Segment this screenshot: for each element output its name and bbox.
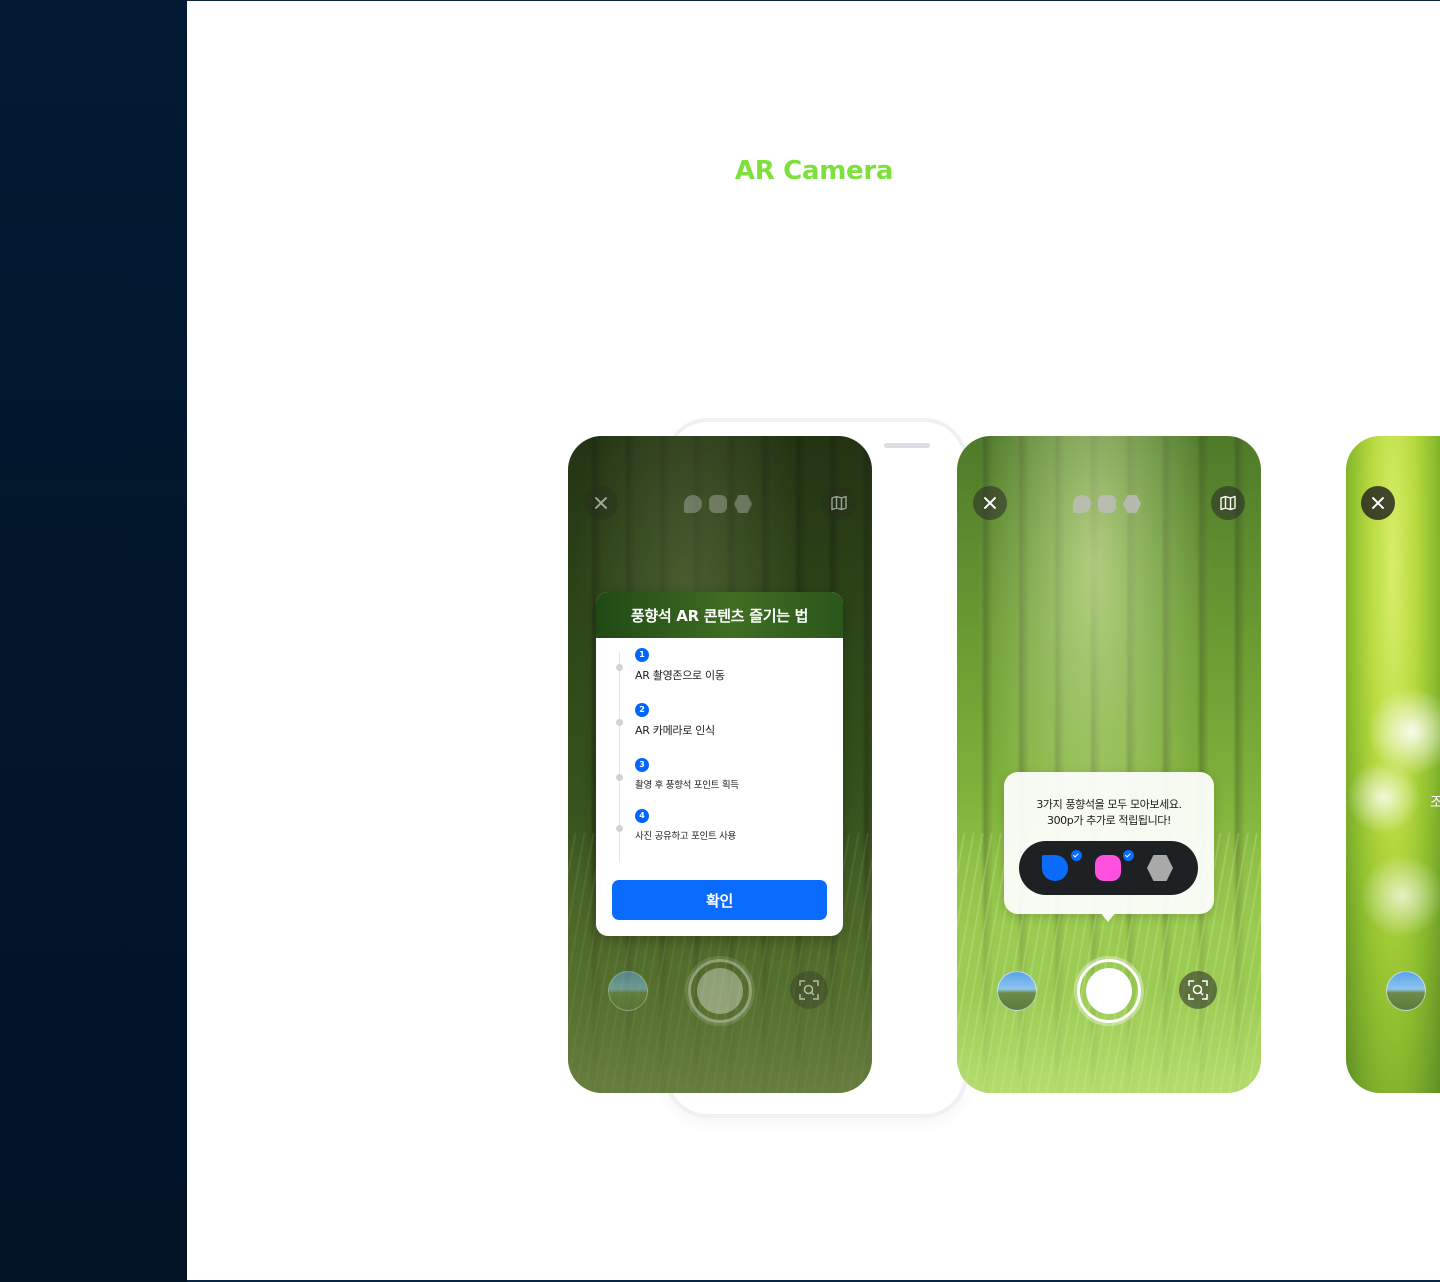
tooltip-line-1: 3가지 풍향석을 모두 모아보세요. (1036, 798, 1182, 811)
step-dot (616, 664, 623, 671)
step-list: 1 AR 촬영존으로 이동 2 AR 카메라로 인식 3 촬영 후 풍향석 포인… (612, 648, 827, 862)
pink-stone-icon (1095, 855, 1121, 881)
phone-notch (884, 443, 930, 448)
close-button[interactable] (973, 486, 1007, 520)
step-text: AR 카메라로 인식 (635, 724, 715, 737)
page-title: AR Camera (734, 156, 894, 186)
gallery-thumbnail[interactable] (608, 971, 648, 1011)
shutter-button[interactable] (688, 959, 752, 1023)
stone-progress (684, 495, 756, 513)
ar-camera-screen-flower: 조 (1346, 436, 1440, 1093)
scan-button[interactable] (1179, 971, 1217, 1009)
stone-icon (1073, 495, 1091, 513)
stone-icon (734, 495, 752, 513)
shutter-inner (1086, 968, 1132, 1014)
stone-collection-bar (1019, 841, 1198, 895)
step-number: 1 (635, 648, 649, 662)
scan-icon (1188, 980, 1208, 1000)
gray-stone-icon (1147, 855, 1173, 881)
stone-icon (709, 495, 727, 513)
map-button[interactable] (822, 486, 856, 520)
partial-caption: 조 (1430, 795, 1440, 811)
step-number: 4 (635, 809, 649, 823)
step-number: 3 (635, 758, 649, 772)
ar-camera-screen-guide: 풍향석 AR 콘텐츠 즐기는 법 1 AR 촬영존으로 이동 2 AR 카메라로… (568, 436, 872, 1093)
step-text: AR 촬영존으로 이동 (635, 669, 725, 682)
step-number: 2 (635, 703, 649, 717)
step-dot (616, 825, 623, 832)
gallery-thumbnail[interactable] (1386, 971, 1426, 1011)
map-button[interactable] (1211, 486, 1245, 520)
check-icon (1070, 849, 1083, 862)
close-button[interactable] (1361, 486, 1395, 520)
stone-icon (684, 495, 702, 513)
close-button[interactable] (584, 486, 618, 520)
stone-icon (1123, 495, 1141, 513)
step-text: 사진 공유하고 포인트 사용 (635, 831, 736, 842)
tooltip-tail (1100, 912, 1116, 922)
gallery-thumbnail[interactable] (997, 971, 1037, 1011)
stone-progress (1073, 495, 1145, 513)
collect-tooltip: 3가지 풍향석을 모두 모아보세요. 300p가 추가로 적립됩니다! (1004, 772, 1214, 914)
close-icon (1371, 496, 1385, 510)
shutter-inner (697, 968, 743, 1014)
check-icon (1122, 849, 1135, 862)
map-icon (831, 495, 847, 511)
scan-icon (799, 980, 819, 1000)
shutter-button[interactable] (1077, 959, 1141, 1023)
step-text: 촬영 후 풍향석 포인트 획득 (635, 780, 739, 791)
left-sidebar (0, 0, 187, 1282)
blue-stone-icon (1042, 855, 1068, 881)
scan-button[interactable] (790, 971, 828, 1009)
map-icon (1220, 495, 1236, 511)
step-dot (616, 719, 623, 726)
dialog-title: 풍향석 AR 콘텐츠 즐기는 법 (596, 592, 843, 638)
close-icon (983, 496, 997, 510)
step-dot (616, 774, 623, 781)
guide-dialog: 풍향석 AR 콘텐츠 즐기는 법 1 AR 촬영존으로 이동 2 AR 카메라로… (596, 592, 843, 936)
close-icon (594, 496, 608, 510)
confirm-button[interactable]: 확인 (612, 880, 827, 920)
ar-camera-screen-collect: 3가지 풍향석을 모두 모아보세요. 300p가 추가로 적립됩니다! (957, 436, 1261, 1093)
stone-icon (1098, 495, 1116, 513)
tooltip-line-2: 300p가 추가로 적립됩니다! (1046, 814, 1172, 827)
top-divider (187, 0, 1440, 1)
